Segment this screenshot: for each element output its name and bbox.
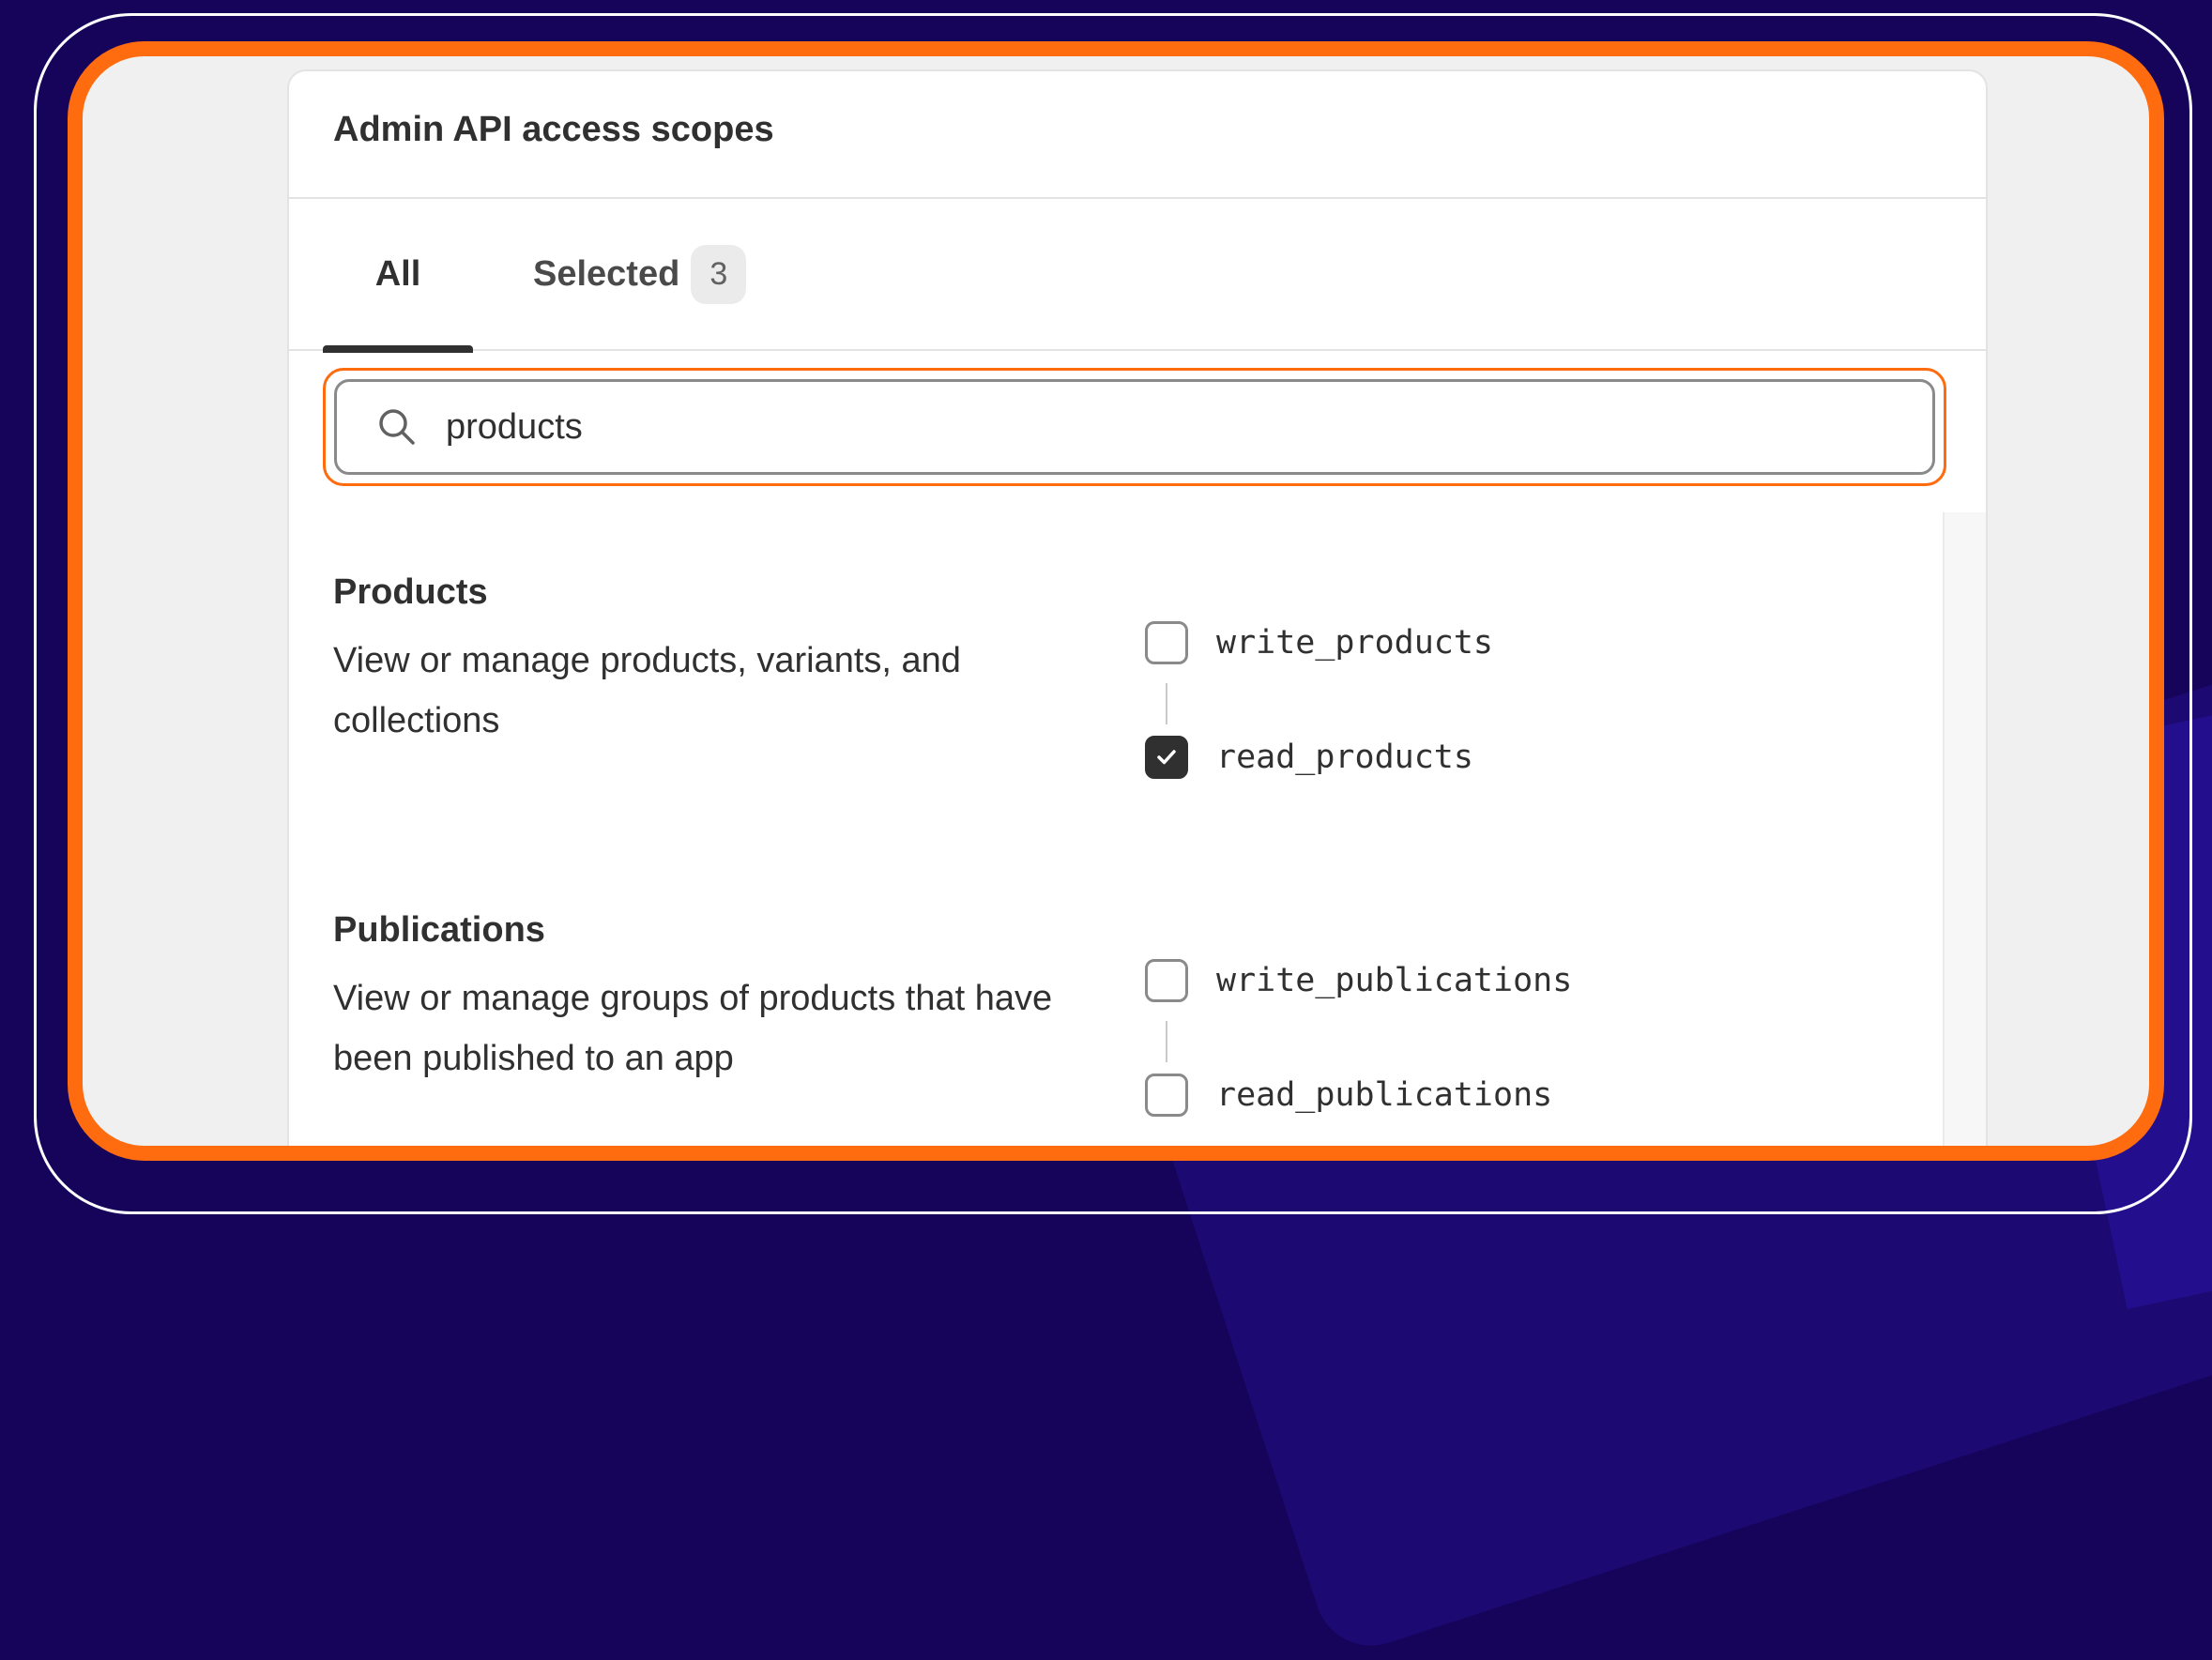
read-products-checkbox[interactable] [1145, 736, 1188, 779]
checkmark-icon [1157, 750, 1176, 765]
write-publications-checkbox[interactable] [1145, 959, 1188, 1002]
active-tab-indicator [323, 345, 473, 353]
scope-read-products[interactable]: read_products [1145, 736, 1473, 779]
read-publications-checkbox[interactable] [1145, 1074, 1188, 1117]
tab-selected[interactable]: Selected 3 [533, 199, 747, 349]
section-description-products: View or manage products, variants, and c… [333, 641, 961, 740]
scope-label: write_publications [1216, 962, 1573, 999]
selected-count-badge: 3 [691, 244, 747, 304]
access-scopes-card: Admin API access scopes All Selected 3 p… [287, 69, 1988, 1146]
search-input[interactable]: products [334, 379, 1935, 475]
search-icon [376, 406, 418, 448]
scope-read-publications[interactable]: read_publications [1145, 1074, 1552, 1117]
section-title-products: Products [333, 572, 488, 612]
write-products-checkbox[interactable] [1145, 621, 1188, 664]
tab-all-label: All [374, 253, 421, 294]
scope-tabs: All Selected 3 [289, 199, 1986, 353]
scope-write-products[interactable]: write_products [1145, 621, 1493, 664]
tab-selected-label: Selected [533, 253, 680, 294]
scope-connector [1166, 1021, 1167, 1062]
search-highlight: products [323, 368, 1946, 486]
highlight-frame: Admin API access scopes All Selected 3 p… [68, 41, 2164, 1161]
scrollbar-track[interactable] [1943, 512, 1986, 1146]
scope-label: read_publications [1216, 1076, 1553, 1114]
scope-label: read_products [1216, 739, 1473, 776]
card-title: Admin API access scopes [333, 109, 774, 149]
search-value: products [446, 406, 583, 447]
card-header: Admin API access scopes [289, 71, 1986, 199]
scope-connector [1166, 683, 1167, 724]
scope-write-publications[interactable]: write_publications [1145, 959, 1572, 1002]
section-description-publications: View or manage groups of products that h… [333, 979, 1053, 1078]
section-title-publications: Publications [333, 910, 545, 950]
scope-label: write_products [1216, 624, 1494, 662]
tab-all[interactable]: All [323, 199, 473, 349]
